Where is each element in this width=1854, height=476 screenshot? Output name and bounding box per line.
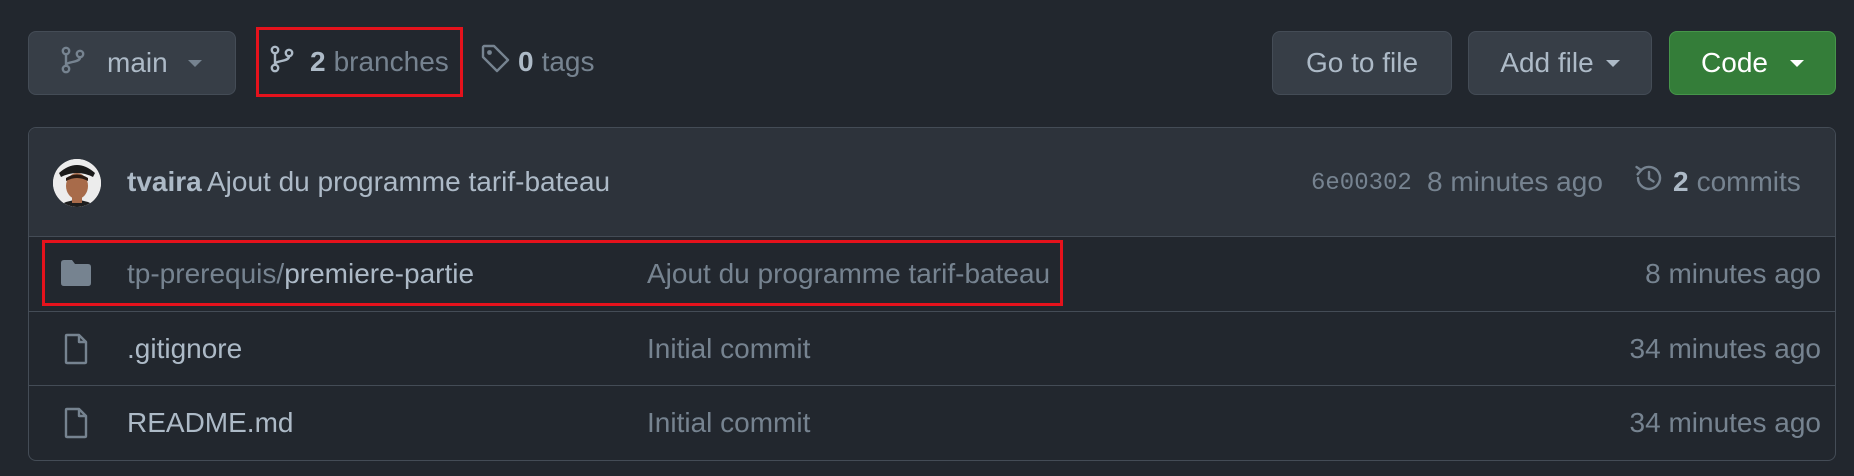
commits-link[interactable]: 2 commits (1633, 162, 1801, 201)
commits-count: 2 (1673, 165, 1689, 197)
go-to-file-label: Go to file (1305, 47, 1419, 78)
branches-label: branches (333, 46, 449, 77)
file-name[interactable]: .gitignore (127, 333, 242, 365)
folder-icon (59, 257, 93, 294)
file-commit-time: 8 minutes ago (1645, 258, 1821, 289)
branches-link[interactable]: 2 branches (258, 28, 462, 96)
tags-label: tags (541, 46, 595, 77)
history-icon (1633, 162, 1665, 201)
commit-time: 8 minutes ago (1427, 166, 1603, 197)
chevron-down-icon (1605, 59, 1620, 67)
file-commit-message[interactable]: Initial commit (647, 407, 810, 439)
file-commit-message[interactable]: Initial commit (647, 333, 810, 365)
file-commit-message[interactable]: Ajout du programme tarif-bateau (647, 258, 1050, 290)
go-to-file-button[interactable]: Go to file (1272, 31, 1452, 95)
tag-icon (480, 43, 512, 82)
avatar[interactable] (53, 159, 101, 207)
file-icon (59, 332, 93, 371)
file-name-main: premiere-partie (284, 258, 475, 289)
branches-count: 2 (310, 46, 326, 77)
branch-selector-button[interactable]: main (28, 31, 236, 95)
commit-author[interactable]: tvaira (127, 166, 202, 198)
chevron-down-icon (187, 59, 202, 67)
table-row[interactable]: .gitignore Initial commit 34 minutes ago (29, 311, 1835, 385)
add-file-label: Add file (1500, 47, 1594, 78)
file-name-prefix: tp-prerequis/ (127, 258, 285, 289)
commits-label: commits (1696, 165, 1801, 197)
code-label: Code (1701, 47, 1768, 78)
add-file-button[interactable]: Add file (1468, 31, 1652, 95)
latest-commit-bar: tvaira Ajout du programme tarif-bateau 6… (29, 128, 1835, 237)
commit-sha[interactable]: 6e00302 (1311, 170, 1412, 197)
git-branch-icon (61, 46, 85, 81)
branch-name: main (107, 47, 168, 78)
file-list: tvaira Ajout du programme tarif-bateau 6… (28, 127, 1836, 461)
file-commit-time: 34 minutes ago (1629, 333, 1821, 364)
chevron-down-icon (1789, 59, 1804, 67)
table-row[interactable]: README.md Initial commit 34 minutes ago (29, 385, 1835, 459)
code-button[interactable]: Code (1669, 31, 1836, 95)
file-icon (59, 406, 93, 445)
file-name[interactable]: tp-prerequis/premiere-partie (127, 258, 474, 290)
file-name[interactable]: README.md (127, 407, 293, 439)
file-commit-time: 34 minutes ago (1629, 407, 1821, 438)
tags-link[interactable]: 0 tags (480, 28, 595, 96)
table-row[interactable]: tp-prerequis/premiere-partie Ajout du pr… (29, 237, 1835, 311)
repo-toolbar: main 2 branches 0 tags Go to file Add fi… (0, 0, 1854, 126)
tags-count: 0 (518, 46, 534, 77)
git-branch-icon (270, 45, 294, 80)
commit-message[interactable]: Ajout du programme tarif-bateau (207, 166, 610, 198)
